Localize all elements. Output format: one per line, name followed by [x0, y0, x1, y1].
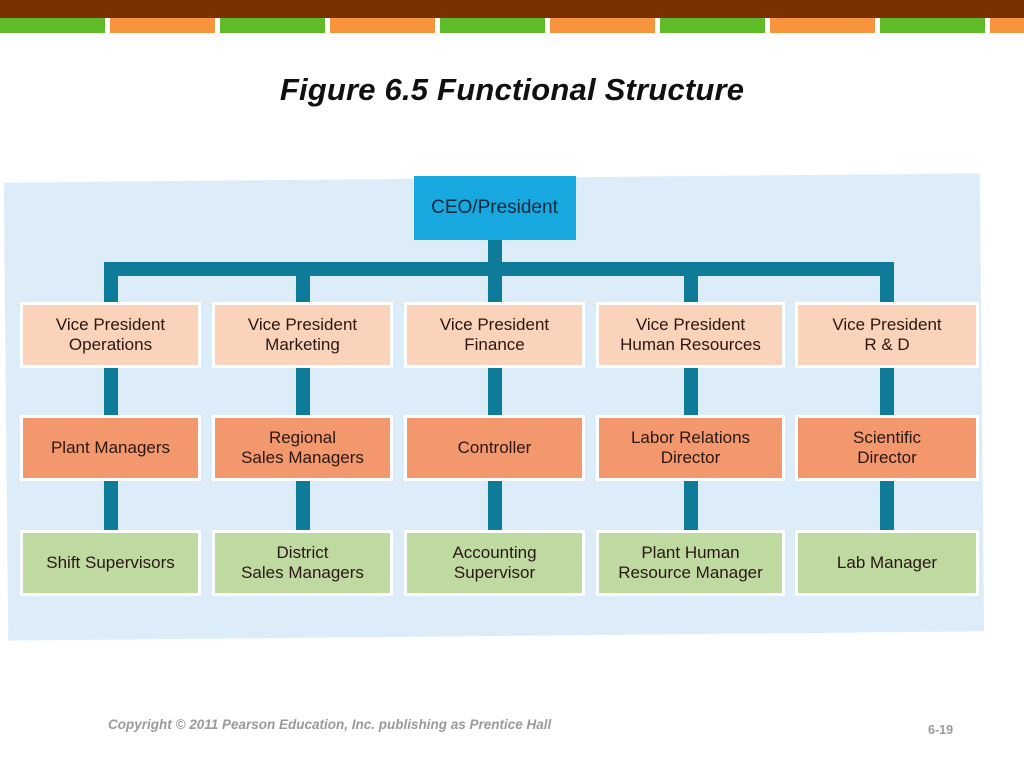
connector-bus-to-vp-human-resources — [683, 262, 698, 302]
org-node-bottom-research-development: Lab Manager — [795, 530, 979, 596]
connector-vp-to-middle-research-development — [880, 368, 894, 415]
org-node-vp-research-development: Vice President R & D — [795, 302, 979, 368]
footer-page-number: 6-19 — [928, 723, 954, 737]
org-node-vp-marketing: Vice President Marketing — [212, 302, 393, 368]
connector-middle-to-bottom-research-development — [880, 481, 894, 530]
connector-vp-to-middle-human-resources — [683, 368, 698, 415]
org-node-vp-human-resources: Vice President Human Resources — [596, 302, 785, 368]
footer-copyright: Copyright © 2011 Pearson Education, Inc.… — [108, 717, 552, 732]
organizational-chart: CEO/President Vice President Operations Pl… — [0, 0, 1024, 768]
org-node-ceo: CEO/President — [413, 176, 576, 240]
connector-bus-to-vp-marketing — [295, 262, 310, 302]
org-node-middle-operations: Plant Managers — [20, 415, 201, 481]
org-node-vp-finance: Vice President Finance — [404, 302, 585, 368]
org-node-bottom-finance: Accounting Supervisor — [404, 530, 585, 596]
org-node-vp-operations: Vice President Operations — [20, 302, 201, 368]
connector-middle-to-bottom-operations — [103, 481, 118, 530]
connector-vp-to-middle-finance — [487, 368, 502, 415]
connector-vp-to-middle-operations — [103, 368, 118, 415]
org-node-middle-human-resources: Labor Relations Director — [596, 415, 785, 481]
connector-bus-to-vp-finance — [487, 262, 502, 302]
org-node-middle-research-development: Scientific Director — [795, 415, 979, 481]
org-node-bottom-operations: Shift Supervisors — [20, 530, 201, 596]
org-node-middle-finance: Controller — [404, 415, 585, 481]
connector-bus-to-vp-research-development — [880, 262, 894, 302]
org-node-middle-marketing: Regional Sales Managers — [212, 415, 393, 481]
org-node-bottom-marketing: District Sales Managers — [212, 530, 393, 596]
connector-middle-to-bottom-human-resources — [683, 481, 698, 530]
connector-middle-to-bottom-marketing — [295, 481, 310, 530]
connector-bus-to-vp-operations — [103, 262, 118, 302]
connector-vp-to-middle-marketing — [295, 368, 310, 415]
org-node-bottom-human-resources: Plant Human Resource Manager — [596, 530, 785, 596]
connector-middle-to-bottom-finance — [487, 481, 502, 530]
